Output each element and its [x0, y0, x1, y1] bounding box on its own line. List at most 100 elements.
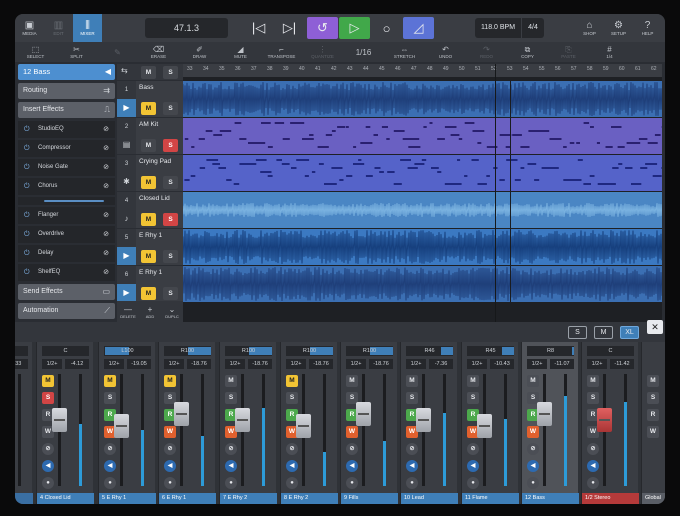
volume-fader-handle[interactable] — [477, 414, 492, 438]
volume-fader-handle[interactable] — [52, 408, 67, 432]
volume-fader-handle[interactable] — [416, 408, 431, 432]
track-options-icon[interactable]: ⇆ — [121, 66, 128, 75]
strip-record-arm-icon[interactable]: ● — [346, 477, 358, 489]
track-row[interactable]: 2 AM Kit ▤ M S — [117, 118, 186, 154]
global-mute-button[interactable]: M — [141, 66, 156, 79]
tool-pencil[interactable]: ✎ — [97, 42, 138, 62]
pan-control[interactable]: C — [42, 346, 89, 356]
drum-icon[interactable]: ▤ — [117, 136, 136, 154]
mixer-size-s-button[interactable]: S — [568, 326, 587, 339]
power-icon[interactable]: ⏻ — [24, 264, 30, 281]
volume-fader-track[interactable] — [180, 374, 183, 486]
power-icon[interactable]: ⏻ — [24, 159, 30, 176]
strip-mute-button[interactable]: M — [527, 375, 539, 387]
track-row[interactable]: 5E Rhy 1 ▶ M S — [117, 229, 186, 265]
collapse-arrow-icon[interactable]: ◀ — [105, 64, 111, 80]
strip-edit-icon[interactable]: ⊘ — [225, 443, 237, 455]
effect-slot[interactable]: ⏻ StudioEQ ⊘ — [18, 121, 115, 138]
tool-quantize[interactable]: ⋮ QUANTIZE — [302, 42, 343, 62]
pan-control[interactable]: C — [587, 346, 634, 356]
edit-effect-icon[interactable]: ⊘ — [103, 140, 109, 157]
edit-effect-icon[interactable]: ⊘ — [103, 159, 109, 176]
tool-stretch[interactable]: ⇔ STRETCH — [384, 42, 425, 62]
power-icon[interactable]: ⏻ — [24, 121, 30, 138]
strip-mute-button[interactable]: M — [467, 375, 479, 387]
global-w-button[interactable]: W — [647, 426, 659, 438]
strip-solo-button[interactable]: S — [467, 392, 479, 404]
track-mute-button[interactable]: M — [141, 250, 156, 263]
selected-track-header[interactable]: 12 Bass ◀ — [18, 64, 115, 80]
tool-copy[interactable]: ⧉ COPY — [507, 42, 548, 62]
channel-strip[interactable]: L100 1/2+ -19.05 M S R W ⊘ ◀ ● 5 E Rhy 1 — [98, 342, 156, 504]
track-solo-button[interactable]: S — [163, 176, 178, 189]
automation-section[interactable]: Automation ⟋ — [18, 303, 115, 319]
tool-select[interactable]: ⬚ SELECT — [15, 42, 56, 62]
strip-write-button[interactable]: W — [164, 426, 176, 438]
power-icon[interactable]: ⏻ — [24, 226, 30, 243]
synth-icon[interactable]: ✱ — [117, 173, 136, 191]
loop-button[interactable]: ↺ — [307, 17, 338, 39]
strip-mute-button[interactable]: M — [346, 375, 358, 387]
track-solo-button[interactable]: S — [163, 287, 178, 300]
track-clip[interactable] — [183, 266, 662, 302]
strip-monitor-icon[interactable]: ◀ — [527, 460, 539, 472]
strip-solo-button[interactable]: S — [225, 392, 237, 404]
channel-strip[interactable]: R8 1/2+ -11.07 M S R W ⊘ ◀ ● 12 Bass — [521, 342, 579, 504]
channel-strip[interactable]: R100 1/2+ -18.76 M S R W ⊘ ◀ ● 7 E Rhy 2 — [219, 342, 277, 504]
pan-control[interactable] — [15, 346, 28, 356]
volume-fader-track[interactable] — [543, 374, 546, 486]
track-row[interactable]: 1 Bass ▶ M S — [117, 81, 186, 117]
add-track-button[interactable]: + ADD — [139, 301, 161, 322]
channel-strip[interactable]: M S R W Global — [641, 342, 665, 504]
effect-slot[interactable]: ⏻ Overdrive ⊘ — [18, 226, 115, 243]
edit-effect-icon[interactable]: ⊘ — [103, 207, 109, 224]
volume-fader-handle[interactable] — [235, 408, 250, 432]
channel-strip[interactable]: R100 1/2+ -18.76 M S R W ⊘ ◀ ● 8 E Rhy 2 — [280, 342, 338, 504]
pan-control[interactable]: R100 — [164, 346, 211, 356]
strip-monitor-icon[interactable]: ◀ — [104, 460, 116, 472]
strip-monitor-icon[interactable]: ◀ — [406, 460, 418, 472]
pan-control[interactable]: R100 — [286, 346, 333, 356]
shop-button[interactable]: ⌂ SHOP — [575, 14, 604, 42]
track-solo-button[interactable]: S — [163, 102, 178, 115]
track-clip[interactable] — [183, 229, 662, 265]
strip-record-arm-icon[interactable]: ● — [104, 477, 116, 489]
tool-snap[interactable]: 1/16 — [343, 42, 384, 62]
strip-edit-icon[interactable]: ⊘ — [587, 443, 599, 455]
strip-edit-icon[interactable]: ⊘ — [286, 443, 298, 455]
strip-record-arm-icon[interactable]: ● — [286, 477, 298, 489]
volume-fader-track[interactable] — [362, 374, 365, 486]
volume-fader-handle[interactable] — [174, 402, 189, 426]
duplicate-track-button[interactable]: ⌄ DUPLC — [161, 301, 183, 322]
mixer-size-xl-button[interactable]: XL — [620, 326, 639, 339]
strip-edit-icon[interactable]: ⊘ — [527, 443, 539, 455]
track-mute-button[interactable]: M — [141, 176, 156, 189]
effect-slot[interactable]: ⏻ Noise Gate ⊘ — [18, 159, 115, 176]
rewind-button[interactable]: |◁ — [243, 17, 274, 39]
track-solo-button[interactable]: S — [163, 139, 178, 152]
tool-redo[interactable]: ↷ REDO — [466, 42, 507, 62]
track-mute-button[interactable]: M — [141, 139, 156, 152]
channel-strip[interactable]: C 1/2+ -4.12 M S R W ⊘ ◀ ● 4 Closed Lid — [36, 342, 94, 504]
volume-fader-handle[interactable] — [114, 414, 129, 438]
pan-control[interactable]: R45 — [467, 346, 514, 356]
strip-record-arm-icon[interactable]: ● — [164, 477, 176, 489]
track-row[interactable]: 4 Closed Lid ♪ M S — [117, 192, 186, 228]
metronome-button[interactable]: ◿ — [403, 17, 434, 39]
track-mute-button[interactable]: M — [141, 102, 156, 115]
position-display[interactable]: 47.1.3 — [145, 18, 228, 38]
channel-strip[interactable]: R100 1/2+ -18.76 M S R W ⊘ ◀ ● 6 E Rhy 1 — [158, 342, 216, 504]
playhead[interactable] — [495, 64, 496, 322]
effect-slot[interactable]: ⏻ Compressor ⊘ — [18, 140, 115, 157]
edit-effect-icon[interactable]: ⊘ — [103, 121, 109, 138]
channel-strip[interactable]: R46 1/2+ -7.36 M S R W ⊘ ◀ ● 10 Lead — [400, 342, 458, 504]
strip-solo-button[interactable]: S — [42, 392, 54, 404]
tool-transpose[interactable]: ⌐ TRANSPOSE — [261, 42, 302, 62]
global-m-button[interactable]: M — [647, 375, 659, 387]
power-icon[interactable]: ⏻ — [24, 140, 30, 157]
track-row[interactable]: 6E Rhy 1 ▶ M S — [117, 266, 186, 302]
pan-control[interactable]: R8 — [527, 346, 574, 356]
strip-mute-button[interactable]: M — [225, 375, 237, 387]
tool-mute[interactable]: ◢ MUTE — [220, 42, 261, 62]
track-solo-button[interactable]: S — [163, 213, 178, 226]
